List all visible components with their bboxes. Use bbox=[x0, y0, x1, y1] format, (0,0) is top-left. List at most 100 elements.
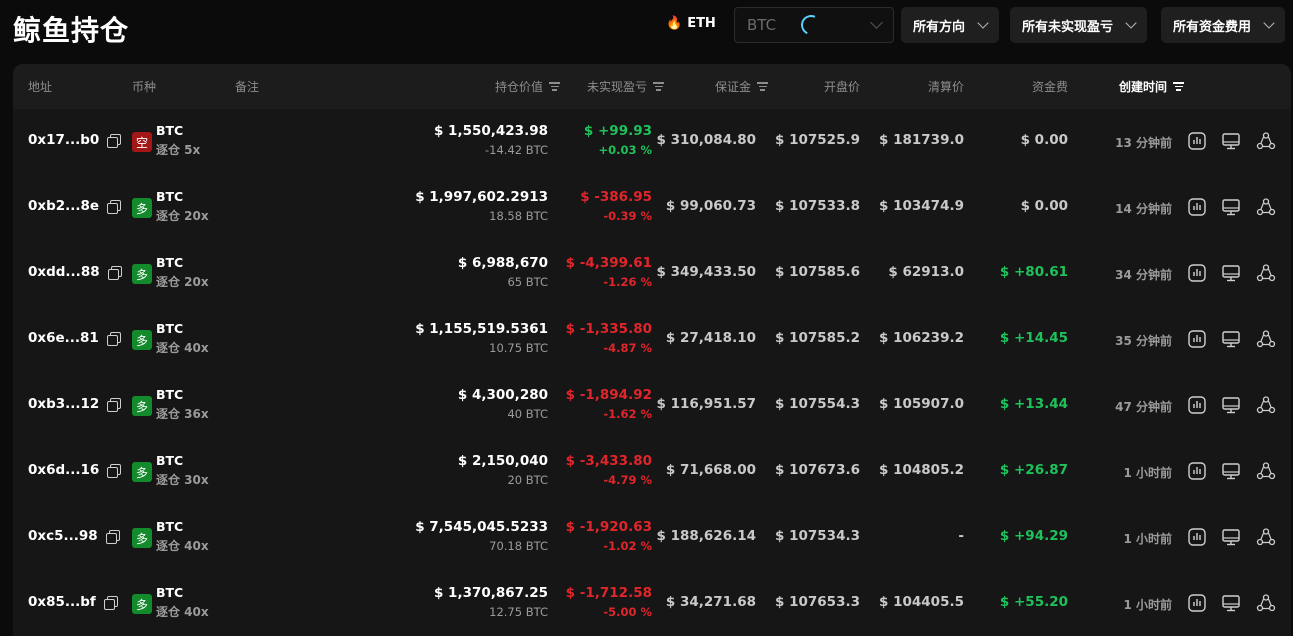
page-title: 鲸鱼持仓 bbox=[13, 14, 130, 47]
table-row[interactable]: 0x6d...16 多 BTC 逐仓 30x $ 2,150,040 20 BT… bbox=[13, 439, 1291, 505]
share-icon[interactable] bbox=[1255, 196, 1277, 218]
margin-mode-leverage: 逐仓 36x bbox=[156, 407, 209, 421]
sort-icon bbox=[549, 82, 560, 91]
chart-icon[interactable] bbox=[1186, 130, 1208, 152]
open-price: $ 107653.3 bbox=[775, 594, 860, 610]
monitor-icon[interactable] bbox=[1220, 196, 1242, 218]
wallet-address[interactable]: 0x17...b0 bbox=[28, 132, 122, 148]
sort-icon bbox=[1173, 82, 1184, 91]
open-price: $ 107585.2 bbox=[775, 330, 860, 346]
coin-symbol: BTC bbox=[156, 453, 184, 468]
table-header: 地址 币种 备注 持仓价值 未实现盈亏 保证金 开盘价 清算价 资金费 创建时间 bbox=[13, 64, 1291, 109]
coin-search-value: BTC bbox=[747, 16, 777, 34]
direction-filter-dropdown[interactable]: 所有方向 bbox=[901, 7, 1000, 43]
monitor-icon[interactable] bbox=[1220, 394, 1242, 416]
unrealized-pnl-percent: -1.02 % bbox=[603, 539, 652, 553]
wallet-address[interactable]: 0xb3...12 bbox=[28, 396, 122, 412]
position-size: 20 BTC bbox=[507, 473, 548, 487]
position-size: 70.18 BTC bbox=[489, 539, 548, 553]
funding-fee: $ +14.45 bbox=[999, 330, 1068, 346]
copy-icon[interactable] bbox=[106, 331, 121, 346]
liquidation-price: - bbox=[958, 528, 964, 544]
table-row[interactable]: 0x17...b0 空 BTC 逐仓 5x $ 1,550,423.98 -14… bbox=[13, 109, 1291, 175]
monitor-icon[interactable] bbox=[1220, 526, 1242, 548]
direction-badge: 多 bbox=[132, 594, 152, 614]
margin-mode-leverage: 逐仓 40x bbox=[156, 539, 209, 553]
share-icon[interactable] bbox=[1255, 328, 1277, 350]
chart-icon[interactable] bbox=[1186, 526, 1208, 548]
copy-icon[interactable] bbox=[107, 265, 122, 280]
table-row[interactable]: 0xc5...98 多 BTC 逐仓 40x $ 7,545,045.5233 … bbox=[13, 505, 1291, 571]
share-icon[interactable] bbox=[1255, 262, 1277, 284]
funding-filter-dropdown[interactable]: 所有资金费用 bbox=[1161, 7, 1286, 43]
monitor-icon[interactable] bbox=[1220, 460, 1242, 482]
share-icon[interactable] bbox=[1255, 130, 1277, 152]
position-value: $ 7,545,045.5233 bbox=[415, 519, 548, 535]
chart-icon[interactable] bbox=[1186, 328, 1208, 350]
col-created-time[interactable]: 创建时间 bbox=[1119, 78, 1184, 95]
chart-icon[interactable] bbox=[1186, 460, 1208, 482]
table-row[interactable]: 0x85...bf 多 BTC 逐仓 40x $ 1,370,867.25 12… bbox=[13, 571, 1291, 636]
pnl-filter-dropdown[interactable]: 所有未实现盈亏 bbox=[1010, 7, 1148, 43]
position-value: $ 1,550,423.98 bbox=[433, 123, 548, 139]
table-row[interactable]: 0xb3...12 多 BTC 逐仓 36x $ 4,300,280 40 BT… bbox=[13, 373, 1291, 439]
wallet-address[interactable]: 0xc5...98 bbox=[28, 528, 120, 544]
coin-search-select[interactable]: BTC bbox=[734, 7, 894, 43]
table-row[interactable]: 0xdd...88 多 BTC 逐仓 20x $ 6,988,670 65 BT… bbox=[13, 241, 1291, 307]
table-row[interactable]: 0x6e...81 多 BTC 逐仓 40x $ 1,155,519.5361 … bbox=[13, 307, 1291, 373]
copy-icon[interactable] bbox=[103, 595, 118, 610]
monitor-icon[interactable] bbox=[1220, 262, 1242, 284]
share-icon[interactable] bbox=[1255, 394, 1277, 416]
monitor-icon[interactable] bbox=[1220, 592, 1242, 614]
wallet-address[interactable]: 0xb2...8e bbox=[28, 198, 122, 214]
direction-badge: 空 bbox=[132, 132, 152, 152]
margin-value: $ 116,951.57 bbox=[656, 396, 757, 412]
wallet-address[interactable]: 0x85...bf bbox=[28, 594, 118, 610]
col-funding: 资金费 bbox=[1031, 80, 1068, 94]
col-position-value[interactable]: 持仓价值 bbox=[495, 78, 560, 95]
position-size: 12.75 BTC bbox=[489, 605, 548, 619]
copy-icon[interactable] bbox=[107, 199, 122, 214]
wallet-address[interactable]: 0xdd...88 bbox=[28, 264, 122, 280]
direction-badge: 多 bbox=[132, 462, 152, 482]
coin-symbol: BTC bbox=[156, 189, 184, 204]
created-time: 34 分钟前 bbox=[1115, 268, 1172, 282]
share-icon[interactable] bbox=[1255, 592, 1277, 614]
wallet-address[interactable]: 0x6e...81 bbox=[28, 330, 121, 346]
chart-icon[interactable] bbox=[1186, 196, 1208, 218]
liquidation-price: $ 181739.0 bbox=[879, 132, 964, 148]
chart-icon[interactable] bbox=[1186, 262, 1208, 284]
position-size: -14.42 BTC bbox=[485, 143, 548, 157]
open-price: $ 107533.8 bbox=[775, 198, 860, 214]
chart-icon[interactable] bbox=[1186, 394, 1208, 416]
share-icon[interactable] bbox=[1255, 526, 1277, 548]
table-row[interactable]: 0xb2...8e 多 BTC 逐仓 20x $ 1,997,602.2913 … bbox=[13, 175, 1291, 241]
col-address: 地址 bbox=[28, 80, 53, 94]
copy-icon[interactable] bbox=[107, 133, 122, 148]
copy-icon[interactable] bbox=[107, 463, 122, 478]
sort-icon bbox=[757, 82, 768, 91]
monitor-icon[interactable] bbox=[1220, 130, 1242, 152]
eth-switch[interactable]: 🔥 ETH bbox=[666, 16, 716, 31]
coin-symbol: BTC bbox=[156, 123, 184, 138]
col-margin[interactable]: 保证金 bbox=[715, 78, 768, 95]
funding-filter-label: 所有资金费用 bbox=[1173, 19, 1252, 35]
copy-icon[interactable] bbox=[107, 397, 122, 412]
whale-positions-page: 鲸鱼持仓 🔥 ETH BTC 所有方向 所有未实现盈亏 所有资金费用 地址 币种… bbox=[0, 0, 1293, 636]
share-icon[interactable] bbox=[1255, 460, 1277, 482]
position-size: 18.58 BTC bbox=[489, 209, 548, 223]
created-time: 1 小时前 bbox=[1123, 532, 1172, 546]
unrealized-pnl-percent: -0.39 % bbox=[603, 209, 652, 223]
copy-icon[interactable] bbox=[105, 529, 120, 544]
direction-badge: 多 bbox=[132, 396, 152, 416]
pnl-filter-label: 所有未实现盈亏 bbox=[1022, 19, 1114, 35]
col-open-price: 开盘价 bbox=[823, 80, 860, 94]
chevron-down-icon bbox=[870, 16, 883, 29]
monitor-icon[interactable] bbox=[1220, 328, 1242, 350]
col-unrealized-pnl[interactable]: 未实现盈亏 bbox=[587, 78, 664, 95]
chevron-down-icon bbox=[1125, 17, 1137, 29]
margin-mode-leverage: 逐仓 40x bbox=[156, 341, 209, 355]
open-price: $ 107525.9 bbox=[775, 132, 860, 148]
wallet-address[interactable]: 0x6d...16 bbox=[28, 462, 122, 478]
chart-icon[interactable] bbox=[1186, 592, 1208, 614]
